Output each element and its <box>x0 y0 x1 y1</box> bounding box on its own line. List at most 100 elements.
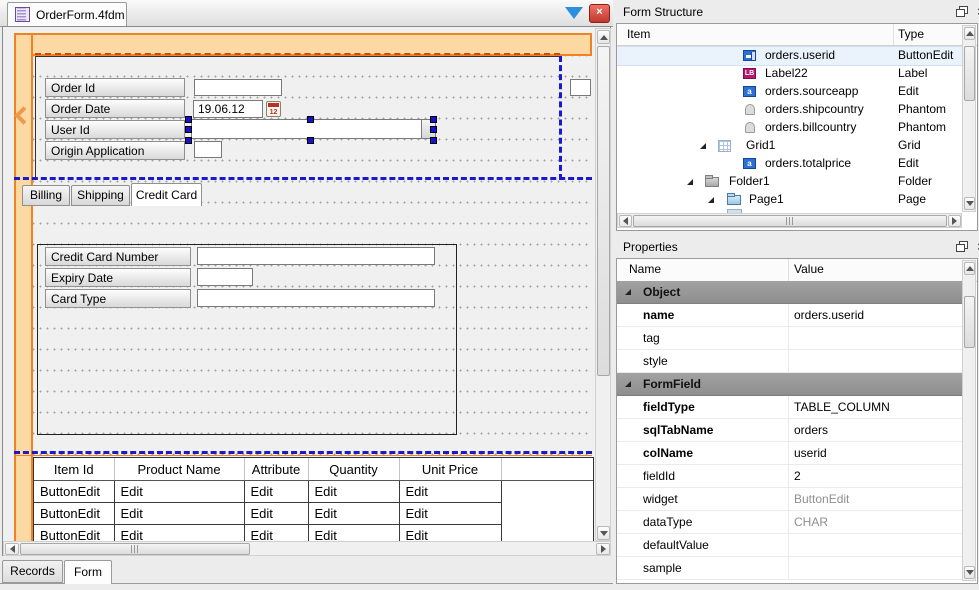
scroll-left-button[interactable] <box>619 215 632 227</box>
table-cell[interactable]: Edit <box>244 503 308 525</box>
scroll-right-button[interactable] <box>948 215 961 227</box>
property-row-defaultvalue[interactable]: defaultValue <box>617 534 963 557</box>
tab-shipping[interactable]: Shipping <box>71 185 130 206</box>
item-column-header[interactable]: Item <box>627 27 650 41</box>
table-cell[interactable]: Edit <box>244 481 308 503</box>
credit-card-number-field[interactable] <box>197 247 435 265</box>
property-row-fieldid[interactable]: fieldId 2 <box>617 465 963 488</box>
property-value[interactable]: 2 <box>794 469 801 483</box>
vertical-scroll-thumb[interactable] <box>597 46 610 376</box>
expiry-date-label[interactable]: Expiry Date <box>45 268 191 287</box>
vertical-scroll-thumb[interactable] <box>964 46 975 101</box>
property-row-sqltabname[interactable]: sqlTabName orders <box>617 419 963 442</box>
table-cell[interactable]: Edit <box>399 481 501 503</box>
order-id-label[interactable]: Order Id <box>45 78 185 97</box>
expander-icon[interactable] <box>708 197 714 203</box>
value-column-header[interactable]: Value <box>794 262 824 276</box>
document-tab-orderform[interactable]: OrderForm.4fdm <box>7 2 127 26</box>
property-row-name[interactable]: name orders.userid <box>617 304 963 327</box>
property-row-tag[interactable]: tag <box>617 327 963 350</box>
calendar-button[interactable]: 12 <box>266 101 281 117</box>
float-panel-icon[interactable] <box>956 6 968 17</box>
filter-triangle-icon[interactable] <box>565 7 583 19</box>
table-cell[interactable]: Edit <box>399 503 501 525</box>
property-row-widget[interactable]: widget ButtonEdit <box>617 488 963 511</box>
property-value[interactable]: orders.userid <box>794 308 864 322</box>
property-value[interactable]: orders <box>794 423 828 437</box>
expander-icon[interactable] <box>625 289 631 295</box>
canvas-vertical-scrollbar[interactable] <box>595 28 611 541</box>
table-cell[interactable]: Edit <box>114 481 244 503</box>
column-separator[interactable] <box>893 24 894 45</box>
scroll-down-button[interactable] <box>597 526 610 540</box>
tab-billing[interactable]: Billing <box>22 185 70 206</box>
horizontal-scroll-thumb[interactable] <box>20 543 250 555</box>
scroll-up-button[interactable] <box>964 27 975 40</box>
property-value[interactable]: TABLE_COLUMN <box>794 400 890 414</box>
tree-item-orders-shipcountry[interactable]: orders.shipcountry Phantom <box>617 101 963 119</box>
tree-item-page1[interactable]: Page1 Page <box>617 191 963 209</box>
scroll-down-button[interactable] <box>964 566 975 579</box>
items-table[interactable]: Item Id Product Name Attribute Quantity … <box>33 457 594 545</box>
property-row-style[interactable]: style <box>617 350 963 373</box>
col-header-quantity[interactable]: Quantity <box>308 458 399 481</box>
form-designer-canvas[interactable]: Order Id Order Date User Id Origin Appli… <box>2 26 611 557</box>
table-cell[interactable]: Edit <box>308 481 399 503</box>
tree-item-grid1[interactable]: Grid1 Grid <box>617 137 963 155</box>
scroll-up-button[interactable] <box>964 262 975 275</box>
property-row-datatype[interactable]: dataType CHAR <box>617 511 963 534</box>
selection-handle[interactable] <box>307 137 314 144</box>
card-type-field[interactable] <box>197 289 435 307</box>
expander-icon[interactable] <box>700 143 706 149</box>
credit-card-number-label[interactable]: Credit Card Number <box>45 247 191 266</box>
tree-item-orders-userid[interactable]: orders.userid ButtonEdit <box>617 47 963 65</box>
tab-form[interactable]: Form <box>64 560 112 584</box>
card-type-label[interactable]: Card Type <box>45 289 191 308</box>
property-row-sample[interactable]: sample <box>617 557 963 580</box>
structure-horizontal-scrollbar[interactable] <box>617 213 962 228</box>
table-cell[interactable]: Edit <box>308 503 399 525</box>
col-header-item-id[interactable]: Item Id <box>34 458 114 481</box>
name-column-header[interactable]: Name <box>629 262 661 276</box>
table-cell[interactable]: ButtonEdit <box>34 503 114 525</box>
column-separator[interactable] <box>788 259 789 281</box>
vertical-scroll-thumb[interactable] <box>964 296 975 348</box>
property-row-colname[interactable]: colName userid <box>617 442 963 465</box>
tree-item-orders-totalprice[interactable]: a orders.totalprice Edit <box>617 155 963 173</box>
property-value[interactable]: userid <box>794 446 827 460</box>
tree-item-orders-sourceapp[interactable]: a orders.sourceapp Edit <box>617 83 963 101</box>
order-date-label[interactable]: Order Date <box>45 99 185 118</box>
tab-records[interactable]: Records <box>2 560 63 583</box>
origin-application-label[interactable]: Origin Application <box>45 141 185 160</box>
canvas-horizontal-scrollbar[interactable] <box>3 541 611 556</box>
property-value[interactable]: ButtonEdit <box>794 492 849 506</box>
selection-handle[interactable] <box>185 116 192 123</box>
property-row-fieldtype[interactable]: fieldType TABLE_COLUMN <box>617 396 963 419</box>
selection-handle[interactable] <box>185 137 192 144</box>
structure-vertical-scrollbar[interactable] <box>962 25 976 212</box>
properties-vertical-scrollbar[interactable] <box>962 260 976 581</box>
scroll-left-button[interactable] <box>5 543 19 555</box>
order-date-field[interactable]: 19.06.12 <box>193 100 263 118</box>
scroll-down-button[interactable] <box>964 197 975 210</box>
selection-handle[interactable] <box>430 116 437 123</box>
col-header-product-name[interactable]: Product Name <box>114 458 244 481</box>
property-value[interactable]: CHAR <box>794 515 828 529</box>
col-header-attribute[interactable]: Attribute <box>244 458 308 481</box>
table-cell[interactable]: Edit <box>114 503 244 525</box>
tree-item-label22[interactable]: LB Label22 Label <box>617 65 963 83</box>
close-document-button[interactable]: × <box>589 4 610 23</box>
section-formfield[interactable]: FormField <box>617 373 963 396</box>
table-cell[interactable]: ButtonEdit <box>34 481 114 503</box>
scroll-right-button[interactable] <box>596 543 610 555</box>
selection-handle[interactable] <box>307 116 314 123</box>
expiry-date-field[interactable] <box>197 268 253 286</box>
col-header-unit-price[interactable]: Unit Price <box>399 458 501 481</box>
tab-credit-card[interactable]: Credit Card <box>131 183 202 206</box>
selection-handle[interactable] <box>430 137 437 144</box>
selection-handle[interactable] <box>430 126 437 133</box>
user-id-label[interactable]: User Id <box>45 120 185 139</box>
origin-application-field[interactable] <box>194 141 222 158</box>
expander-icon[interactable] <box>687 179 693 185</box>
tree-item-orders-billcountry[interactable]: orders.billcountry Phantom <box>617 119 963 137</box>
